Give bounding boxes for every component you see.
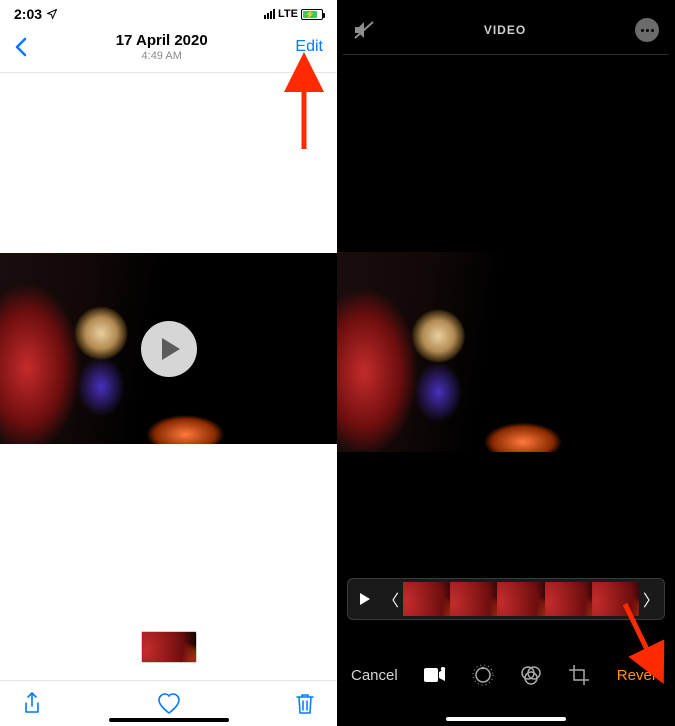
clock-text: 2:03	[14, 6, 42, 22]
chevron-left-icon	[14, 37, 28, 57]
annotation-arrow-edit	[284, 64, 324, 154]
video-preview[interactable]	[0, 253, 337, 444]
speaker-muted-icon	[353, 20, 375, 40]
trim-handle-right[interactable]: 〉	[641, 587, 661, 611]
mute-button[interactable]	[353, 20, 375, 40]
battery-icon: ⚡	[301, 9, 323, 20]
edit-button[interactable]: Edit	[295, 38, 323, 56]
back-button[interactable]	[14, 37, 28, 57]
filmstrip-thumbnail[interactable]	[141, 631, 197, 663]
favorite-button[interactable]	[157, 693, 181, 715]
heart-icon	[157, 693, 181, 715]
nav-title: 17 April 2020 4:49 AM	[116, 32, 208, 62]
time-label: 4:49 AM	[116, 50, 208, 62]
edit-tool-icons	[424, 664, 590, 686]
home-indicator[interactable]	[446, 717, 566, 721]
video-still	[337, 252, 675, 452]
scrubber-play-button[interactable]	[351, 593, 379, 605]
home-indicator[interactable]	[109, 718, 229, 722]
video-icon	[424, 667, 446, 683]
video-tool-button[interactable]	[424, 667, 446, 683]
trash-icon	[295, 692, 315, 716]
share-icon	[22, 692, 42, 716]
scrubber-frames[interactable]	[403, 582, 639, 616]
divider	[343, 54, 669, 55]
filters-tool-button[interactable]	[520, 664, 542, 686]
date-label: 17 April 2020	[116, 32, 208, 49]
delete-button[interactable]	[295, 692, 315, 716]
trim-scrubber[interactable]: 〈 〉	[347, 578, 665, 620]
video-editor-screen: VIDEO 〈 〉 Cancel	[337, 0, 675, 726]
adjust-tool-button[interactable]	[472, 664, 494, 686]
editor-preview[interactable]	[337, 252, 675, 452]
location-icon	[46, 8, 58, 20]
signal-bars-icon	[264, 9, 275, 19]
play-button[interactable]	[141, 321, 197, 377]
cancel-button[interactable]: Cancel	[351, 667, 398, 684]
editor-title: VIDEO	[484, 23, 526, 37]
status-bar: 2:03 LTE ⚡	[0, 0, 337, 24]
more-button[interactable]	[635, 18, 659, 42]
crop-icon	[568, 664, 590, 686]
revert-button[interactable]: Revert	[617, 667, 661, 684]
share-button[interactable]	[22, 692, 42, 716]
filters-icon	[520, 664, 542, 686]
photos-viewer-screen: 2:03 LTE ⚡ 17 April 2020 4:49 AM Edit	[0, 0, 337, 726]
editor-nav: VIDEO	[337, 0, 675, 54]
adjust-icon	[472, 664, 494, 686]
nav-bar: 17 April 2020 4:49 AM Edit	[0, 24, 337, 73]
crop-tool-button[interactable]	[568, 664, 590, 686]
status-time: 2:03	[14, 6, 58, 22]
status-right: LTE ⚡	[264, 8, 323, 20]
network-label: LTE	[278, 8, 298, 20]
editor-toolbar: Cancel Revert	[337, 658, 675, 692]
trim-handle-left[interactable]: 〈	[381, 587, 401, 611]
